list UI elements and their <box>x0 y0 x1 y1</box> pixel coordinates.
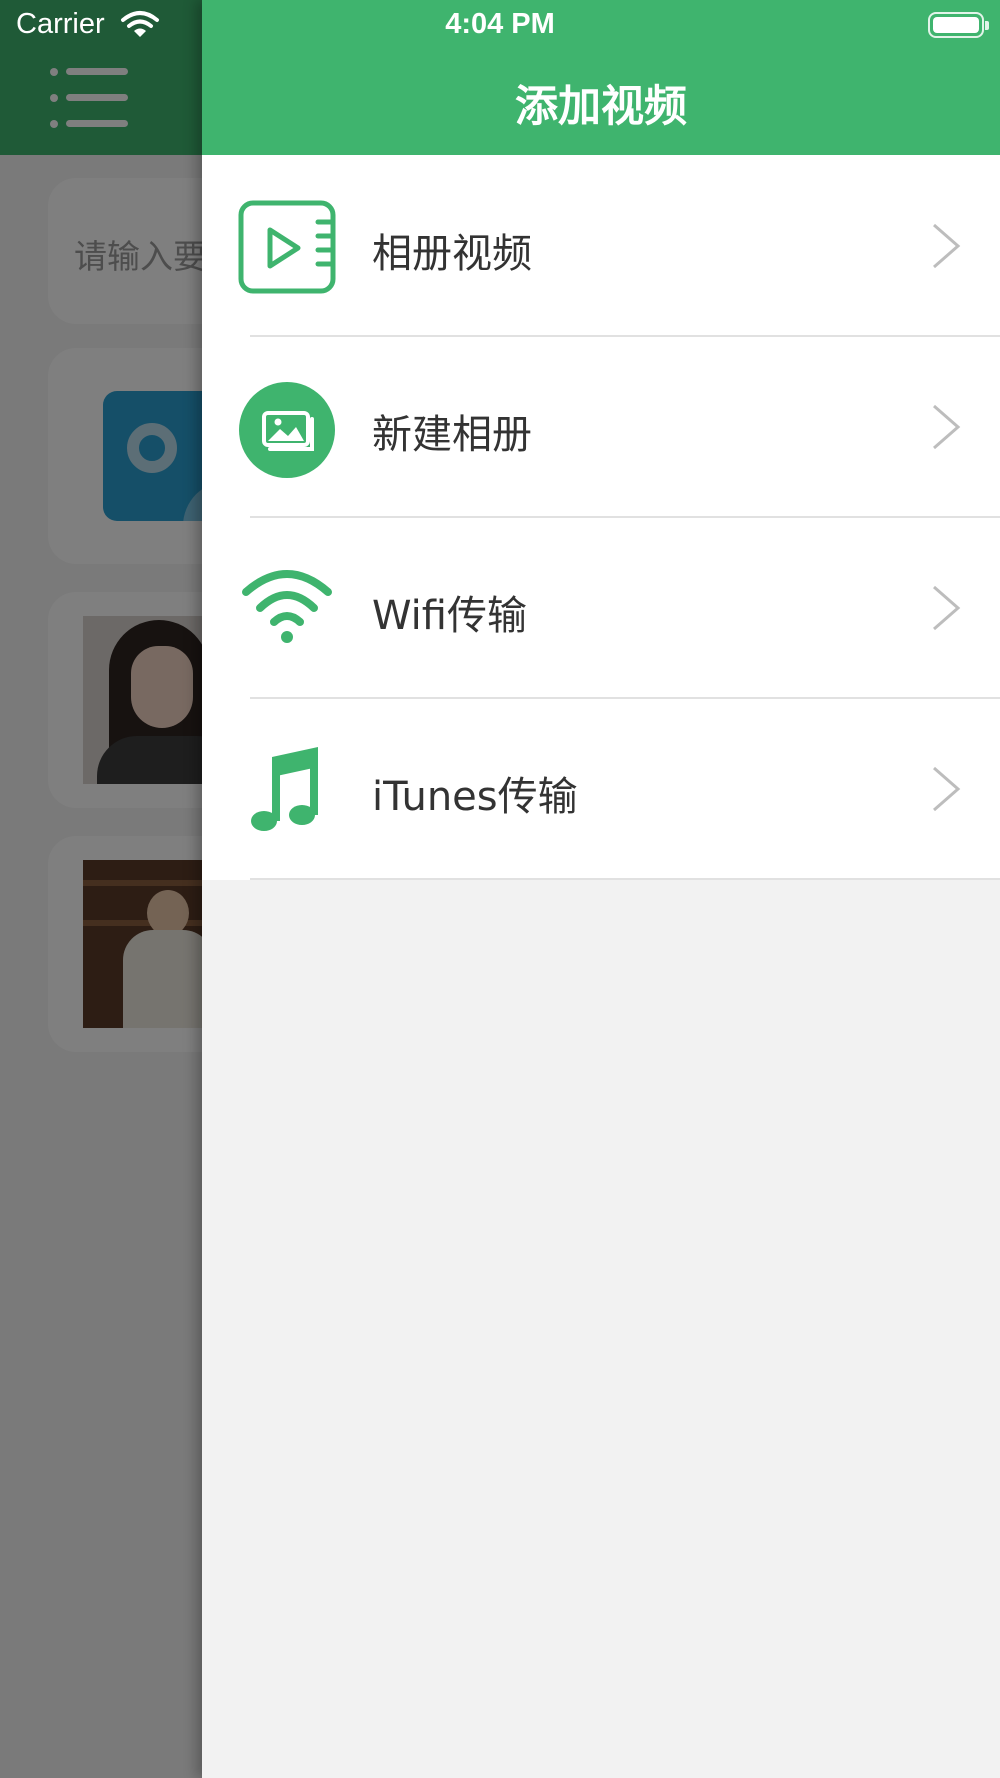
divider <box>250 878 1000 880</box>
drawer-title: 添加视频 <box>515 82 687 132</box>
menu-item-wifi-transfer[interactable]: Wifi传输 <box>202 517 1000 698</box>
battery-icon <box>928 12 989 38</box>
side-drawer: 添加视频 相册视频 新建相册 Wifi传输 iTunes传输 <box>202 0 1000 1778</box>
chevron-right-icon <box>928 583 964 633</box>
menu-item-new-album[interactable]: 新建相册 <box>202 336 1000 517</box>
menu-item-label: 相册视频 <box>372 231 532 277</box>
menu-item-itunes-transfer[interactable]: iTunes传输 <box>202 698 1000 879</box>
album-video-icon <box>238 200 336 294</box>
status-bar: Carrier 4:04 PM <box>0 0 1000 50</box>
menu-item-label: Wifi传输 <box>372 593 527 639</box>
menu-item-label: 新建相册 <box>372 412 532 458</box>
wifi-signal-icon <box>120 10 160 40</box>
drawer-menu: 相册视频 新建相册 Wifi传输 iTunes传输 <box>202 155 1000 880</box>
menu-item-album-video[interactable]: 相册视频 <box>202 155 1000 336</box>
music-note-icon <box>238 743 336 837</box>
new-album-icon <box>238 381 336 478</box>
chevron-right-icon <box>928 221 964 271</box>
menu-item-label: iTunes传输 <box>372 774 578 820</box>
wifi-icon <box>238 562 336 656</box>
chevron-right-icon <box>928 764 964 814</box>
clock: 4:04 PM <box>445 8 555 40</box>
chevron-right-icon <box>928 402 964 452</box>
carrier-label: Carrier <box>16 8 105 40</box>
